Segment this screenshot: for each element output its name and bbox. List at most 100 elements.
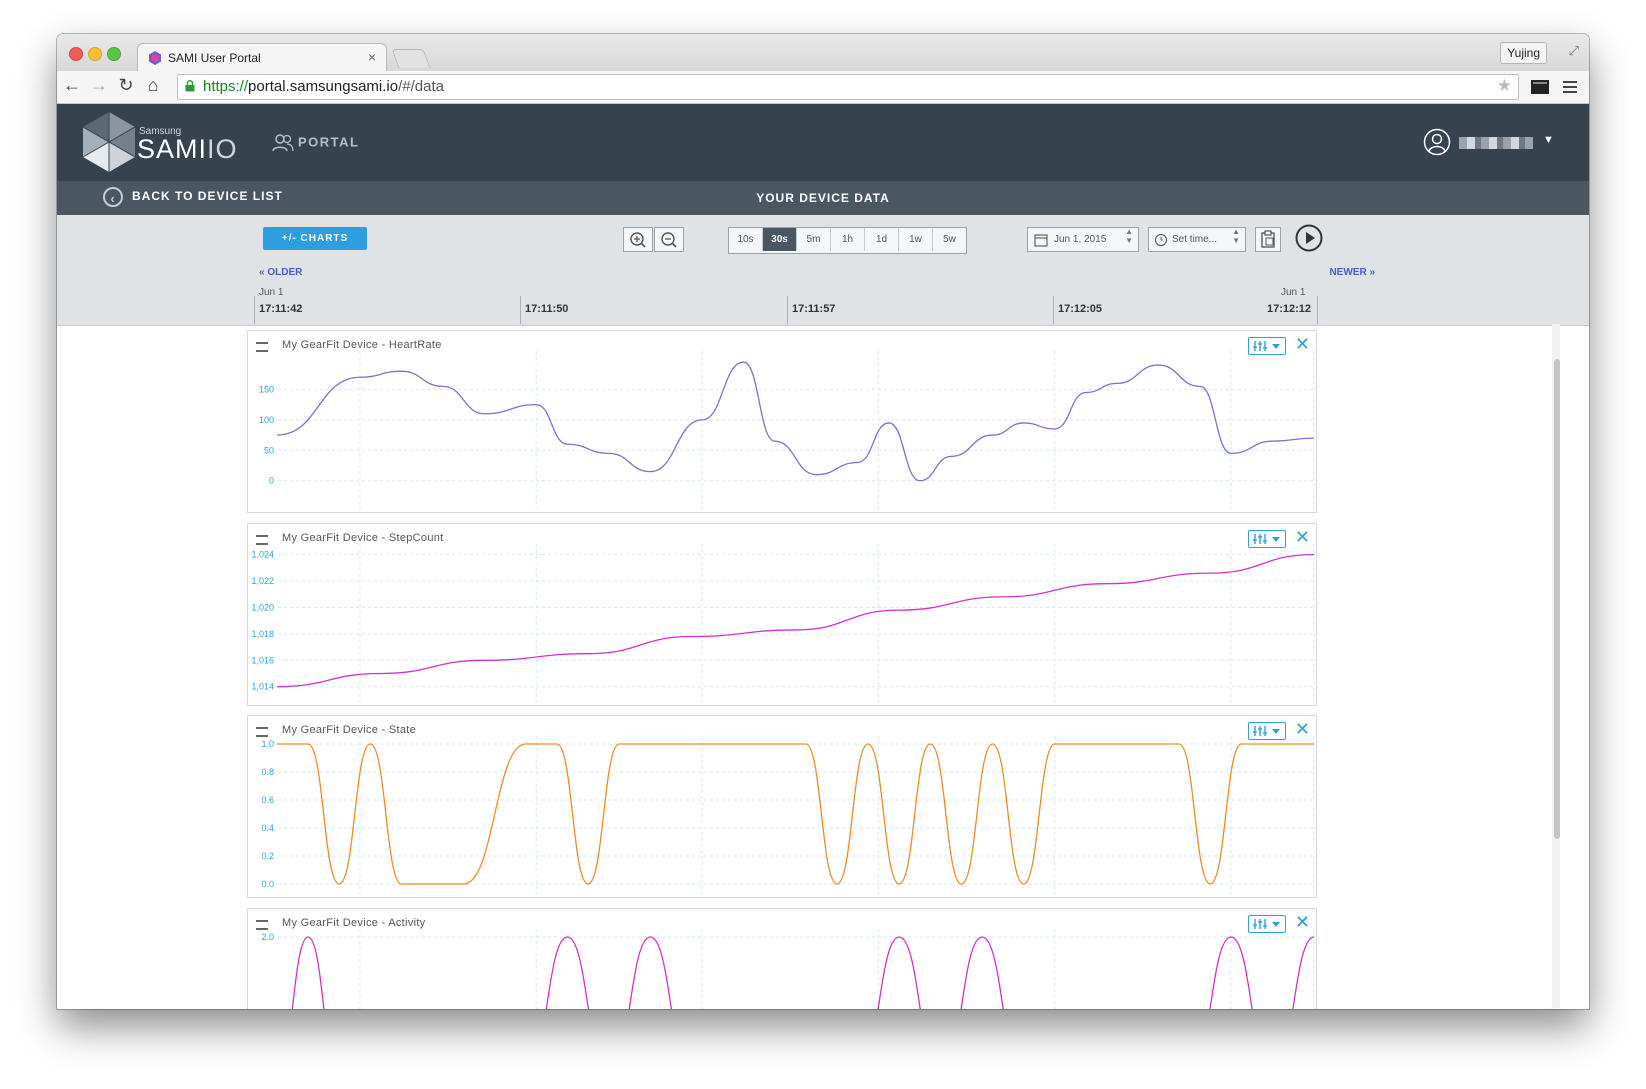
lock-icon	[185, 80, 195, 92]
zoom-out-icon	[661, 232, 677, 248]
range-button-1w[interactable]: 1w	[899, 228, 933, 251]
y-tick-label: 150	[259, 384, 274, 394]
zoom-out-button[interactable]	[654, 227, 684, 252]
scrollbar-thumb[interactable]	[1554, 359, 1560, 839]
y-tick-label: 1,014	[251, 682, 274, 692]
older-link[interactable]: « OLDER	[259, 267, 302, 278]
brand-sami: SAMI	[137, 134, 208, 164]
timeline-tick: 17:11:50	[525, 303, 569, 315]
y-tick-label: 100	[259, 415, 274, 425]
timeline-tick-line	[1053, 296, 1054, 324]
time-spinner-icon: ▲ ▼	[1232, 227, 1240, 245]
range-button-5m[interactable]: 5m	[797, 228, 831, 251]
time-range-selector: 10s 30s 5m 1h 1d 1w 5w	[728, 227, 967, 254]
extension-icon[interactable]	[1531, 80, 1549, 94]
range-button-1d[interactable]: 1d	[865, 228, 899, 251]
date-picker[interactable]: Jun 1, 2015 ▲ ▼	[1027, 227, 1139, 252]
chart-panel: My GearFit Device - State ✕ 1.0 0.8 0.6 0.4 0.…	[247, 715, 1317, 898]
series-line	[276, 361, 1315, 482]
tab-title: SAMI User Portal	[168, 51, 261, 65]
y-tick-label: 0.2	[261, 851, 274, 861]
chart-panel: My GearFit Device - HeartRate ✕ 150 100 50 0	[247, 330, 1317, 513]
brand-io: IO	[207, 134, 238, 164]
zoom-in-icon	[630, 232, 646, 248]
chart-plot: 2.0	[261, 929, 1315, 1009]
close-window-button[interactable]	[69, 47, 83, 61]
browser-tab[interactable]: SAMI User Portal ×	[137, 43, 387, 72]
date-value: Jun 1, 2015	[1054, 234, 1107, 245]
profile-button[interactable]: Yujing	[1500, 42, 1547, 64]
timeline-tick: 17:11:42	[259, 303, 303, 315]
menu-icon[interactable]	[1563, 80, 1577, 94]
y-tick-label: 1,018	[251, 629, 274, 639]
timeline-tick-line	[254, 296, 255, 324]
user-avatar-icon	[1423, 128, 1451, 156]
new-tab-button[interactable]	[391, 49, 431, 68]
chart-plot: 1.0 0.8 0.6 0.4 0.2 0.0	[261, 736, 1315, 895]
series-line	[276, 553, 1315, 688]
nav-portal[interactable]: PORTAL	[272, 134, 359, 152]
url-text: https://portal.samsungsami.io/#/data	[203, 78, 444, 95]
bookmark-star-icon[interactable]: ★	[1497, 76, 1512, 96]
timeline-tick-line	[520, 296, 521, 324]
y-tick-label: 50	[264, 445, 274, 455]
timeline-tick-line	[787, 296, 788, 324]
user-caret-icon: ▼	[1543, 134, 1554, 146]
chart-controls: +/- CHARTS 10s 30s 5m 1h 1d 1w 5w Jun 1, 2015 …	[57, 215, 1589, 326]
y-tick-label: 0.8	[261, 767, 274, 777]
y-tick-label: 1,016	[251, 655, 274, 665]
timeline-date-start: Jun 1	[259, 287, 284, 298]
browser-toolbar: ← → ↻ ⌂ https://portal.samsungsami.io/#/…	[57, 71, 1589, 104]
y-tick-label: 2.0	[261, 932, 274, 942]
clipboard-button[interactable]	[1255, 227, 1281, 252]
home-icon[interactable]: ⌂	[142, 75, 164, 96]
y-tick-label: 0.0	[261, 879, 274, 889]
tab-strip: SAMI User Portal × Yujing ⤢	[57, 34, 1589, 72]
nav-portal-label: PORTAL	[298, 134, 360, 150]
app-header: Samsung SAMIIO PORTAL ▼	[57, 104, 1589, 181]
y-tick-label: 0	[269, 476, 274, 486]
timeline-tick: 17:12:12	[1267, 303, 1312, 315]
clipboard-icon	[1261, 230, 1275, 248]
y-tick-label: 1,022	[251, 576, 274, 586]
y-tick-label: 1,024	[251, 550, 274, 560]
series-line	[277, 743, 1314, 885]
back-arrow-icon[interactable]: ←	[61, 75, 83, 96]
url-path: /#/data	[398, 78, 444, 95]
zoom-in-button[interactable]	[623, 227, 653, 252]
fullscreen-icon[interactable]: ⤢	[1569, 43, 1579, 59]
page-title: YOUR DEVICE DATA	[756, 191, 890, 205]
tab-close-icon[interactable]: ×	[368, 49, 376, 65]
timeline-tick: 17:12:05	[1058, 303, 1103, 315]
range-button-5w[interactable]: 5w	[933, 228, 966, 251]
toggle-charts-button[interactable]: +/- CHARTS	[263, 227, 367, 250]
range-button-30s[interactable]: 30s	[763, 228, 797, 251]
sami-favicon-icon	[149, 51, 161, 65]
range-button-10s[interactable]: 10s	[729, 228, 763, 251]
timeline-tick-line	[1317, 296, 1318, 324]
time-placeholder: Set time...	[1172, 234, 1218, 245]
y-tick-label: 0.6	[261, 795, 274, 805]
y-tick-label: 1,020	[251, 602, 274, 612]
calendar-icon	[1034, 234, 1048, 247]
forward-arrow-icon[interactable]: →	[88, 75, 110, 96]
users-icon	[272, 134, 294, 152]
newer-link[interactable]: NEWER »	[1329, 267, 1375, 278]
browser-window: SAMI User Portal × Yujing ⤢ ← → ↻ ⌂ http…	[57, 34, 1589, 1009]
chart-panel: My GearFit Device - Activity ✕ 2.0	[247, 908, 1317, 1009]
y-tick-label: 1.0	[261, 739, 274, 749]
play-icon[interactable]	[1295, 224, 1323, 252]
range-button-1h[interactable]: 1h	[831, 228, 865, 251]
y-tick-label: 0.4	[261, 823, 274, 833]
reload-icon[interactable]: ↻	[115, 75, 137, 96]
time-picker[interactable]: Set time... ▲ ▼	[1148, 227, 1246, 252]
minimize-window-button[interactable]	[88, 47, 102, 61]
sami-logo-icon	[82, 112, 136, 172]
timeline-tick: 17:11:57	[792, 303, 836, 315]
timeline-date-end: Jun 1	[1281, 287, 1306, 298]
address-bar[interactable]: https://portal.samsungsami.io/#/data ★	[177, 74, 1519, 100]
date-spinner-icon: ▲ ▼	[1125, 227, 1133, 245]
brand-name: SAMIIO	[137, 134, 238, 165]
maximize-window-button[interactable]	[107, 47, 121, 61]
redacted-username	[1459, 137, 1533, 149]
